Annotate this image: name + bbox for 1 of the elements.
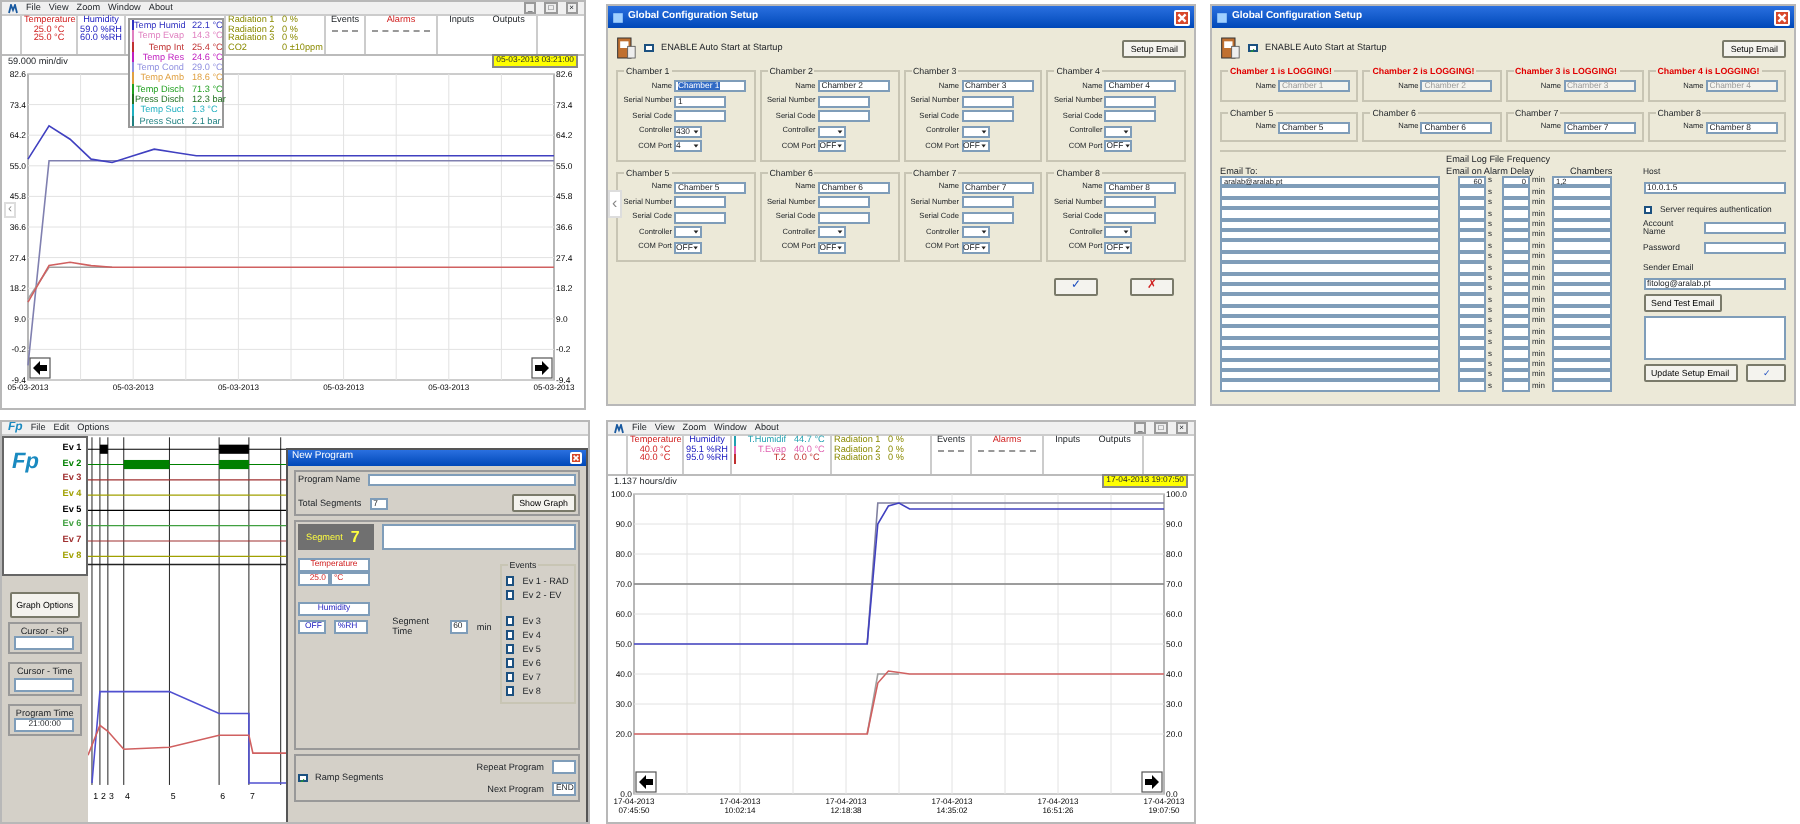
app-logo: Fp [12,450,39,476]
